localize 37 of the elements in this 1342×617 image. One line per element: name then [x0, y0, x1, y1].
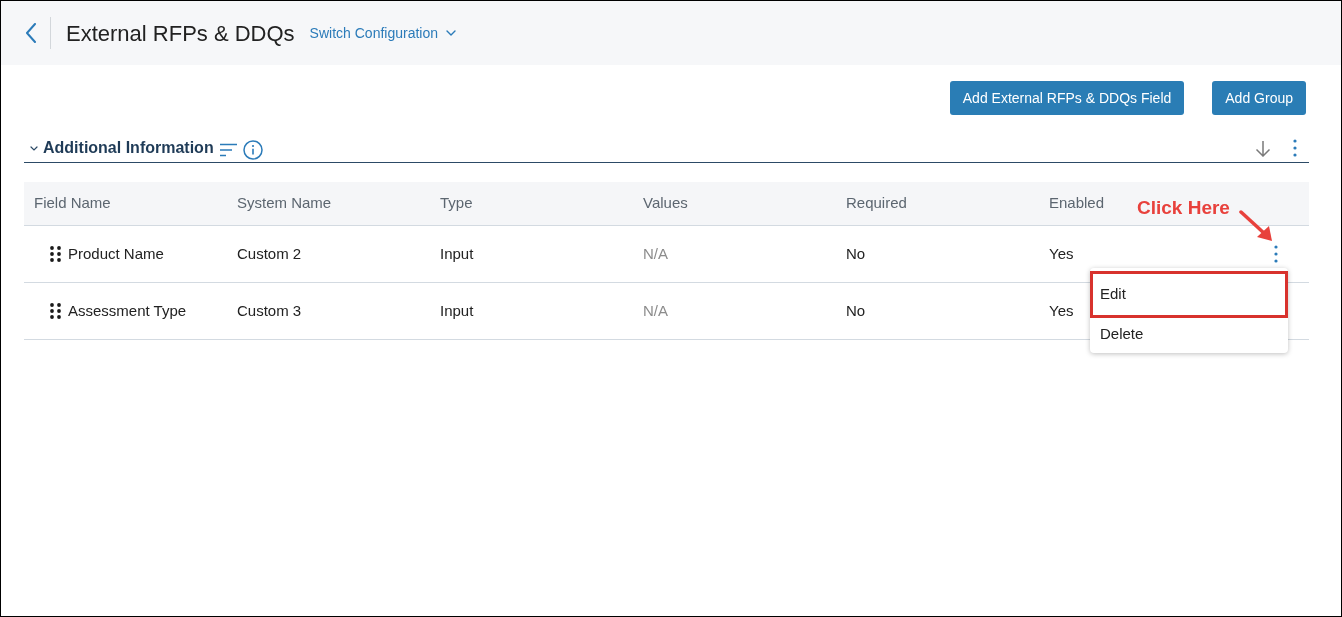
more-options-icon[interactable] — [1293, 139, 1297, 157]
primary-button[interactable]: Add External RFPs & DDQs Field — [949, 81, 1185, 115]
drag-handle-icon[interactable] — [50, 246, 61, 262]
pointer-arrow — [1239, 210, 1273, 242]
menu-item[interactable]: Delete — [1090, 318, 1288, 351]
table-cell-text: N/A — [643, 300, 668, 321]
back-chevron-icon[interactable] — [25, 23, 37, 43]
info-icon[interactable] — [242, 139, 263, 160]
section-title: Additional Information — [43, 138, 214, 158]
primary-button[interactable]: Add Group — [1212, 81, 1306, 115]
column-header: Type — [440, 193, 473, 214]
more-options-icon[interactable] — [1274, 245, 1278, 263]
table-cell-text: Input — [440, 243, 474, 264]
chevron-down-icon[interactable] — [30, 145, 38, 151]
table-cell-text: Custom 3 — [237, 300, 302, 321]
table-cell-text: Yes — [1049, 300, 1074, 321]
table-cell-text: Yes — [1049, 243, 1074, 264]
table-cell-text: N/A — [643, 243, 668, 264]
drag-handle-icon[interactable] — [50, 303, 61, 319]
table-cell-text: No — [846, 300, 866, 321]
column-header: Required — [846, 193, 907, 214]
table-cell-text: Assessment Type — [68, 300, 187, 321]
page-title: External RFPs & DDQs — [66, 19, 295, 48]
switch-configuration-dropdown[interactable]: Switch Configuration — [309, 22, 456, 44]
column-header: Enabled — [1049, 193, 1105, 214]
table-cell-text: Custom 2 — [237, 243, 302, 264]
annotation-label: Click Here — [1137, 196, 1230, 220]
column-header: Values — [643, 193, 688, 214]
column-header: System Name — [237, 193, 332, 214]
arrow-down-icon[interactable] — [1255, 139, 1271, 157]
chevron-down-icon — [446, 30, 456, 36]
table-cell-text: Input — [440, 300, 474, 321]
table-cell-text: No — [846, 243, 866, 264]
menu-item[interactable]: Edit — [1090, 271, 1288, 318]
sort-lines-icon[interactable] — [218, 142, 238, 157]
column-header: Field Name — [34, 193, 111, 214]
table-cell-text: Product Name — [68, 243, 164, 264]
